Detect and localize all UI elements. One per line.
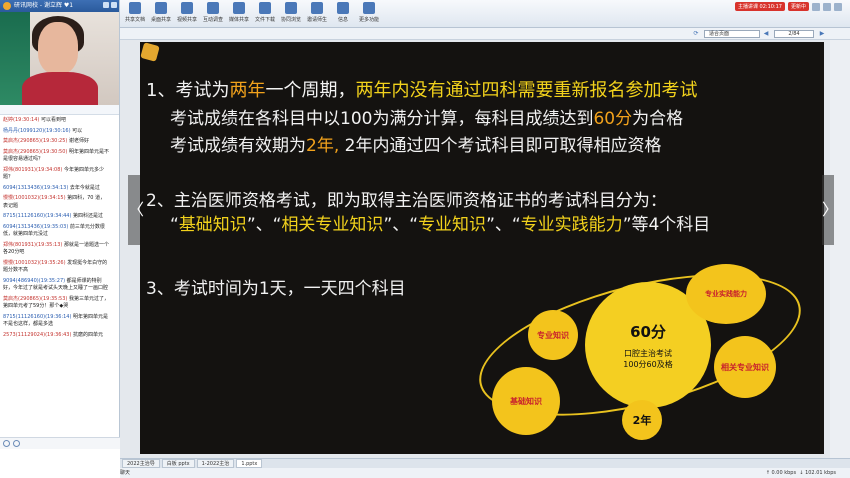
desktop-share-button[interactable]: 桌面共享: [148, 2, 174, 23]
chat-message: 2573(11129024)(19:36:43) 抗磨的四单元: [3, 331, 104, 338]
teacher-video: [0, 12, 119, 105]
slide: 1、考试为两年一个周期，两年内没有通过四科需要重新报名参加考试 考试成绩在各科目…: [140, 42, 824, 454]
invite-button[interactable]: 邀请师生: [304, 2, 330, 23]
doc-tab-active[interactable]: 1.pptx: [236, 459, 263, 468]
window-titlebar: 研讯网校 - 谢立辉 ♥1: [0, 0, 119, 12]
browser-icon: [285, 2, 297, 14]
live-timer-badge[interactable]: 主播讲课 02:10:17: [734, 2, 785, 11]
chat-message: 莫启杰(290865)(19:35:53) 我第三单元过了，第四单元考了59分！…: [3, 295, 109, 310]
more-icon: [363, 2, 375, 14]
chat-message: 郑伟(801931)(19:35:13) 那就是一道题选一个各20分吧: [3, 241, 109, 256]
info-button[interactable]: 信息: [330, 2, 356, 23]
diagram-circle-2nian: 2年: [622, 400, 662, 440]
invite-icon: [311, 2, 323, 14]
minimize-icon[interactable]: [812, 2, 820, 11]
app-window: 研讯网校 - 谢立辉 ♥1 赵婷(19:30:14) 可以看到吧 杨丹丹(109…: [0, 0, 850, 478]
slide-line-1: 1、考试为两年一个周期，两年内没有通过四科需要重新报名参加考试: [146, 80, 698, 101]
chat-tools: [0, 437, 120, 449]
zoom-select[interactable]: 适合页面: [704, 30, 760, 38]
chat-message: 慢慢(1001032)(19:35:26) 发现挺今年白守的题分数不高: [3, 259, 108, 274]
co-browse-button[interactable]: 协同浏览: [278, 2, 304, 23]
diagram-circle-zhuanye: 专业知识: [528, 310, 578, 360]
chat-message: 9094(486940)(19:35:27) 都是师课的特别好，今年过了就是考试…: [3, 277, 109, 292]
chat-message: 莫启杰(290865)(19:30:25) 谢老师好: [3, 138, 89, 144]
chat-message: 莫启杰(290865)(19:30:50) 明年第四单元是不是很容易通过吗？: [3, 148, 109, 163]
chat-list: 赵婷(19:30:14) 可以看到吧 杨丹丹(1099120)(19:30:16…: [0, 115, 113, 435]
prev-slide-button[interactable]: 〈: [128, 175, 144, 245]
next-slide-button[interactable]: 〉: [822, 175, 838, 245]
next-page-icon[interactable]: ▶: [818, 30, 826, 38]
network-speed: ↑ 0.00 kbps ↓ 102.01 kbps: [765, 470, 836, 476]
share-docs-button[interactable]: 共享文档: [122, 2, 148, 23]
chat-message: 8715(11126160)(19:34:44) 第四科还是过: [3, 213, 104, 219]
teacher-face: [38, 22, 78, 74]
diagram-circle-shijian: 专业实践能力: [686, 264, 766, 324]
prev-page-icon[interactable]: ◀: [762, 30, 770, 38]
emoji-icon[interactable]: [3, 440, 10, 447]
viewer-bar: ⟳ 适合页面 ◀ 2/84 ▶: [120, 28, 850, 40]
download-icon: [259, 2, 271, 14]
minimize-icon[interactable]: [103, 2, 109, 8]
page-indicator[interactable]: 2/84: [774, 30, 814, 38]
doc-tab[interactable]: 白板 pptx: [161, 459, 195, 468]
info-icon: [337, 2, 349, 14]
survey-icon: [207, 2, 219, 14]
media-share-button[interactable]: 媒体共享: [226, 2, 252, 23]
diagram-circle-jichu: 基础知识: [492, 367, 560, 435]
slide-line-3: 考试成绩有效期为2年, 2年内通过四个考试科目即可取得相应资格: [170, 136, 662, 156]
more-button[interactable]: 更多功能: [356, 2, 382, 23]
chat-message: 8715(11126160)(19:36:14) 明年第四单元是不是也这样，都是…: [3, 313, 109, 328]
app-icon: [3, 2, 11, 10]
main-toolbar: 共享文档 桌面共享 视频共享 互动调查 媒体共享 文件下载 协同浏览 邀请师生 …: [120, 0, 850, 28]
chat-message: 慢慢(1001032)(19:34:15) 第四科，70 道，表记题: [3, 195, 106, 209]
update-badge[interactable]: 更新中: [787, 2, 809, 11]
slide-line-4: 2、主治医师资格考试，即为取得主治医师资格证书的考试科目分为：: [146, 191, 667, 211]
slide-line-2: 考试成绩在各科目中以100为满分计算，每科目成绩达到60分为合格: [170, 109, 684, 129]
document-icon: [129, 2, 141, 14]
chat-header: [0, 105, 119, 115]
doc-tabs: 2022主治导 白板 pptx 1-2022主治 1.pptx: [120, 458, 850, 468]
chat-tab-label[interactable]: 聊天: [120, 468, 130, 478]
doc-tab[interactable]: 2022主治导: [122, 459, 160, 468]
desktop-icon: [155, 2, 167, 14]
survey-button[interactable]: 互动调查: [200, 2, 226, 23]
diagram-circle-xiangguan: 相关专业知识: [714, 336, 776, 398]
refresh-icon[interactable]: ⟳: [692, 30, 700, 38]
chat-input[interactable]: [0, 449, 120, 478]
chat-message: 6094(1313436)(19:34:13) 去年今就是过: [3, 184, 100, 191]
presentation-stage: 1、考试为两年一个周期，两年内没有通过四科需要重新报名参加考试 考试成绩在各科目…: [120, 40, 830, 458]
chat-message: 郑伟(801931)(19:34:08) 今年第四单元多少题？: [3, 166, 104, 181]
video-icon: [181, 2, 193, 14]
window-title: 研讯网校 - 谢立辉 ♥1: [14, 2, 74, 9]
close-icon[interactable]: [834, 2, 842, 11]
teacher-shirt: [22, 72, 98, 105]
close-icon[interactable]: [111, 2, 117, 8]
slide-line-6: 3、考试时间为1天，一天四个科目: [146, 279, 406, 299]
status-bar: 聊天 ↑ 0.00 kbps ↓ 102.01 kbps: [120, 468, 850, 478]
chat-message: 赵婷(19:30:14) 可以看到吧: [3, 117, 66, 123]
media-icon: [233, 2, 245, 14]
file-download-button[interactable]: 文件下载: [252, 2, 278, 23]
video-share-button[interactable]: 视频共享: [174, 2, 200, 23]
slide-logo: [140, 42, 160, 62]
font-icon[interactable]: [13, 440, 20, 447]
stage-scrollbar[interactable]: [830, 40, 850, 458]
doc-tab[interactable]: 1-2022主治: [196, 459, 235, 468]
slide-line-5: “基础知识”、“相关专业知识”、“专业知识”、“专业实践能力”等4个科目: [170, 215, 711, 235]
chat-message: 6094(1313436)(19:35:03) 前三单元分数很低，就第四单元没过: [3, 223, 105, 238]
maximize-icon[interactable]: [823, 2, 831, 11]
chat-message: 杨丹丹(1099120)(19:30:16) 可以: [3, 127, 83, 134]
